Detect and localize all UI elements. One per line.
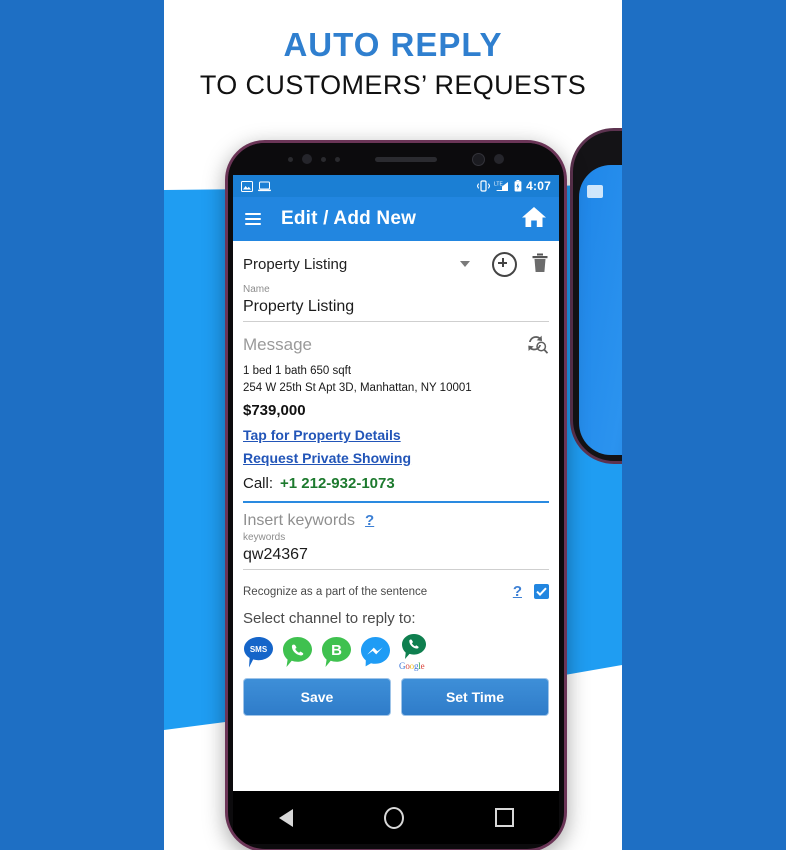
- headline-line-1: AUTO REPLY: [283, 26, 503, 63]
- phone-mockup: LTE 4:07 Edit / Add New Property Listing…: [225, 140, 567, 850]
- back-triangle-icon[interactable]: [278, 808, 293, 827]
- channels-row: SMS B Google: [243, 633, 549, 672]
- call-number[interactable]: +1 212-932-1073: [280, 475, 395, 492]
- promo-headline: AUTO REPLY TO CUSTOMERS’ REQUESTS: [164, 24, 622, 104]
- template-select-row[interactable]: Property Listing: [243, 246, 549, 282]
- message-call-line: Call: +1 212-932-1073: [243, 473, 549, 495]
- call-label: Call:: [243, 474, 274, 492]
- template-select-value: Property Listing: [243, 255, 348, 273]
- set-time-button[interactable]: Set Time: [401, 678, 549, 717]
- message-line: 254 W 25th St Apt 3D, Manhattan, NY 1000…: [243, 381, 472, 394]
- keywords-field-label: keywords: [243, 532, 286, 544]
- plus-circle-icon[interactable]: [492, 251, 517, 277]
- google-wordmark: Google: [399, 661, 425, 672]
- chevron-down-icon[interactable]: [460, 261, 470, 267]
- message-link[interactable]: Request Private Showing: [243, 448, 549, 468]
- right-blue-panel: [622, 0, 786, 850]
- front-camera-small-icon: [302, 154, 312, 164]
- message-line: 1 bed 1 bath 650 sqft: [243, 365, 352, 377]
- message-price: $739,000: [243, 402, 306, 420]
- laptop-icon: [258, 181, 271, 192]
- sync-search-icon[interactable]: [525, 333, 549, 358]
- trash-icon[interactable]: [531, 253, 549, 276]
- form-content: Property Listing Name Property Listing M…: [233, 241, 559, 791]
- lte-signal-icon: LTE: [494, 180, 510, 192]
- earpiece-speaker: [375, 156, 437, 162]
- message-body[interactable]: 1 bed 1 bath 650 sqft 254 W 25th St Apt …: [243, 358, 549, 494]
- recognize-row: Recognize as a part of the sentence ?: [243, 577, 549, 600]
- messenger-channel-icon[interactable]: [360, 636, 391, 669]
- svg-text:SMS: SMS: [250, 645, 268, 654]
- recognize-label: Recognize as a part of the sentence: [243, 585, 428, 598]
- sensor-dot-icon: [288, 156, 293, 162]
- iris-scanner-icon: [494, 154, 504, 164]
- name-field-label: Name: [243, 284, 270, 295]
- battery-icon: [514, 180, 522, 192]
- message-link[interactable]: Tap for Property Details: [243, 425, 549, 445]
- android-nav-bar: [233, 791, 559, 844]
- keywords-title: Insert keywords: [243, 512, 356, 530]
- image-icon: [241, 180, 253, 192]
- question-mark-icon[interactable]: ?: [365, 512, 374, 529]
- app-bar: Edit / Add New: [233, 197, 559, 241]
- recents-square-icon[interactable]: [494, 808, 514, 827]
- headline-line-2: TO CUSTOMERS’ REQUESTS: [199, 70, 587, 101]
- phone-top-bezel: [228, 143, 564, 175]
- name-field[interactable]: Property Listing: [243, 295, 549, 322]
- status-bar: LTE 4:07: [233, 175, 559, 197]
- hamburger-icon[interactable]: [245, 213, 261, 225]
- status-bar-time: 4:07: [526, 179, 551, 193]
- question-mark-icon[interactable]: ?: [513, 583, 522, 600]
- whatsapp-channel-icon[interactable]: [282, 636, 313, 669]
- home-circle-icon[interactable]: [383, 806, 404, 829]
- channels-title: Select channel to reply to:: [243, 610, 416, 628]
- message-field-underline: [243, 501, 549, 504]
- promo-background: AUTO REPLY TO CUSTOMERS’ REQUESTS LTE 4:…: [0, 0, 786, 850]
- sms-channel-icon[interactable]: SMS: [243, 636, 274, 669]
- keywords-input[interactable]: qw24367: [243, 543, 549, 571]
- phone-screen: LTE 4:07 Edit / Add New Property Listing…: [233, 175, 559, 791]
- sensor-dot-icon: [321, 156, 326, 162]
- google-voice-channel-icon[interactable]: Google: [399, 633, 433, 672]
- page-title: Edit / Add New: [281, 208, 417, 229]
- message-field-label: Message: [243, 335, 312, 354]
- vibrate-icon: [477, 180, 491, 192]
- front-camera-icon: [472, 152, 485, 166]
- secondary-phone-screen-detail: [587, 185, 603, 198]
- save-button[interactable]: Save: [243, 678, 391, 717]
- business-channel-icon[interactable]: B: [321, 636, 352, 669]
- action-buttons: Save Set Time: [243, 678, 549, 717]
- svg-text:B: B: [331, 642, 342, 659]
- checked-checkbox-icon[interactable]: [534, 584, 549, 600]
- sensor-dot-icon: [335, 156, 340, 162]
- keywords-header: Insert keywords ?: [243, 512, 549, 530]
- message-header: Message: [243, 332, 549, 358]
- home-icon[interactable]: [521, 205, 547, 234]
